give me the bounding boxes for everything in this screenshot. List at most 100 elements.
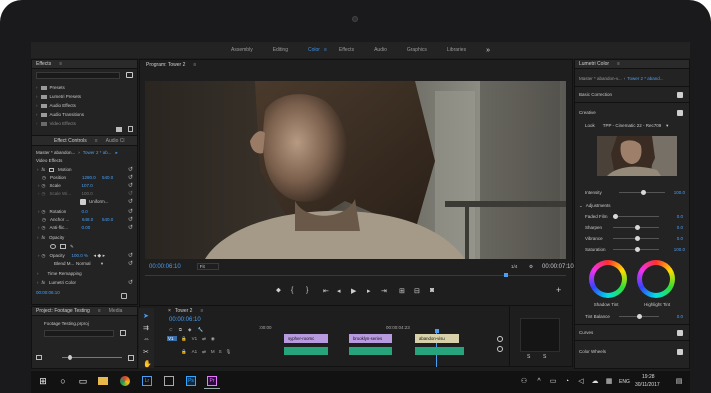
workspace-more-button[interactable]: »	[476, 47, 500, 54]
lock-icon[interactable]: 🔒	[181, 349, 187, 355]
uniform-scale-checkbox[interactable]	[80, 198, 86, 205]
go-to-out-icon[interactable]: ⇥	[381, 287, 387, 295]
slider-handle[interactable]	[635, 247, 640, 252]
reset-icon[interactable]: ↺	[128, 252, 133, 259]
step-forward-icon[interactable]: ▸	[367, 287, 371, 295]
slider-handle[interactable]	[635, 225, 640, 230]
effect-controls-timecode[interactable]: 00:00:06:10	[36, 290, 60, 295]
solo-meter-button[interactable]: S	[543, 354, 546, 360]
tab-audio-clip-mixer[interactable]: Audio Cl	[106, 138, 125, 144]
stopwatch-icon[interactable]: ◷	[42, 175, 46, 181]
workspace-libraries[interactable]: Libraries	[437, 47, 476, 53]
mute-button[interactable]: M	[211, 349, 215, 354]
effects-item[interactable]: › Audio Transitions	[32, 110, 137, 119]
intensity-slider[interactable]	[619, 190, 665, 195]
keyframe-nav-icon[interactable]: ◂ ◆ ▸	[93, 253, 105, 259]
track-select-tool-icon[interactable]: ⇉	[143, 324, 149, 332]
tint-balance-handle[interactable]	[637, 314, 642, 319]
slider-track[interactable]	[613, 236, 659, 241]
task-view-icon[interactable]: ▭	[75, 373, 91, 389]
fx-icon[interactable]: fx	[42, 167, 46, 172]
param-value[interactable]: 540.0	[102, 217, 113, 222]
mark-out-icon[interactable]: }	[306, 287, 308, 294]
clock-date[interactable]: 30/11/2017	[635, 382, 660, 388]
add-button-icon[interactable]: +	[556, 285, 561, 295]
chrome-icon[interactable]	[117, 373, 133, 389]
premiere-icon[interactable]: Pr	[204, 373, 220, 389]
snap-icon[interactable]: ⊂	[169, 327, 173, 333]
go-to-in-icon[interactable]: ⇤	[323, 287, 329, 295]
add-marker-timeline-icon[interactable]: ◆	[188, 327, 191, 333]
audio-clip[interactable]	[415, 347, 464, 355]
project-zoom-handle[interactable]	[68, 355, 72, 360]
extract-icon[interactable]: ⊟	[414, 287, 420, 295]
look-select[interactable]: TPP - Cinematic 22 - Rec709	[603, 123, 661, 128]
video-clip[interactable]: sypher-roomc	[284, 334, 328, 343]
section-basic-correction[interactable]: Basic Correction	[579, 92, 612, 97]
highlight-tint-wheel[interactable]	[637, 260, 675, 298]
language-indicator[interactable]: ENG	[619, 379, 630, 385]
look-preview-thumbnail[interactable]	[597, 136, 677, 176]
play-icon[interactable]: ▶	[351, 287, 356, 295]
param-value[interactable]: 107.0	[81, 183, 92, 188]
section-curves[interactable]: Curves	[579, 330, 593, 335]
creative-checkbox[interactable]	[677, 109, 683, 116]
reset-icon[interactable]: ↺	[128, 166, 133, 173]
timeline-menu-icon[interactable]: ≡	[200, 308, 203, 314]
video-clip[interactable]: abandon-visu	[415, 334, 459, 343]
project-bin-icon[interactable]	[120, 330, 126, 336]
reset-icon[interactable]: ↺	[128, 174, 133, 181]
opacity-value[interactable]: 100.0 %	[71, 253, 93, 258]
workspace-editing[interactable]: Editing	[263, 47, 298, 53]
project-search-field[interactable]	[44, 330, 114, 337]
trash-icon[interactable]	[128, 126, 133, 132]
reset-icon[interactable]: ↺	[128, 208, 133, 215]
lumetri-clip-label[interactable]: Tower 2 * aband...	[627, 76, 663, 81]
slider-track[interactable]	[613, 214, 659, 219]
effects-item[interactable]: › Audio Effects	[32, 101, 137, 110]
stopwatch-icon[interactable]: ◷	[42, 253, 46, 259]
effects-item[interactable]: › Presets	[32, 83, 137, 92]
workspace-audio[interactable]: Audio	[364, 47, 397, 53]
workspace-menu-icon[interactable]: ≡	[322, 47, 329, 53]
program-playhead[interactable]	[504, 273, 508, 277]
solo-button[interactable]: S	[219, 349, 222, 354]
effect-controls-menu-icon[interactable]: ≡	[95, 138, 98, 144]
stopwatch-icon[interactable]: ◷	[42, 217, 46, 223]
timeline-close-icon[interactable]: ×	[168, 308, 171, 314]
intensity-value[interactable]: 100.0	[674, 190, 685, 195]
ellipse-mask-icon[interactable]	[50, 244, 56, 249]
slider-value[interactable]: 0.0	[677, 225, 683, 230]
timeline-scroll-handle[interactable]	[497, 346, 503, 352]
slider-track[interactable]	[613, 225, 659, 230]
new-bin-icon[interactable]	[126, 72, 133, 78]
slider-handle[interactable]	[635, 236, 640, 241]
microphone-icon[interactable]: 🎙	[226, 349, 232, 355]
fx-icon[interactable]: fx	[42, 235, 46, 240]
reset-icon[interactable]: ↺	[128, 182, 133, 189]
video-clip[interactable]: brooklyn-series	[349, 334, 392, 343]
section-color-wheels[interactable]: Color Wheels	[579, 349, 606, 354]
razor-tool-icon[interactable]: ✂	[143, 348, 149, 356]
tint-balance-slider[interactable]	[619, 314, 659, 319]
slider-value[interactable]: 0.0	[677, 214, 683, 219]
param-value[interactable]: 1280.0	[82, 175, 102, 180]
slider-value[interactable]: 0.0	[677, 236, 683, 241]
lightroom-icon[interactable]: Lr	[139, 373, 155, 389]
photoshop-icon[interactable]: Ps	[183, 373, 199, 389]
selection-tool-icon[interactable]: ➤	[143, 312, 149, 320]
tab-effect-controls[interactable]: Effect Controls	[54, 138, 87, 144]
tint-balance-value[interactable]: 0.0	[677, 314, 683, 319]
step-back-icon[interactable]: ◂	[337, 287, 341, 295]
cortana-search-icon[interactable]: ○	[55, 373, 71, 389]
folder-icon[interactable]	[116, 127, 122, 132]
action-center-icon[interactable]: ▤	[671, 373, 687, 389]
fx-icon[interactable]: fx	[42, 280, 46, 285]
sync-lock-icon[interactable]: ⇄	[202, 349, 206, 355]
tab-media-browser[interactable]: Media	[109, 308, 123, 314]
audio-clip[interactable]	[284, 347, 328, 355]
basic-correction-checkbox[interactable]	[677, 91, 683, 98]
lumetri-menu-icon[interactable]: ≡	[617, 61, 620, 67]
timeline-scroll-handle[interactable]	[497, 336, 503, 342]
tab-project[interactable]: Project: Footage Testing	[36, 308, 90, 314]
